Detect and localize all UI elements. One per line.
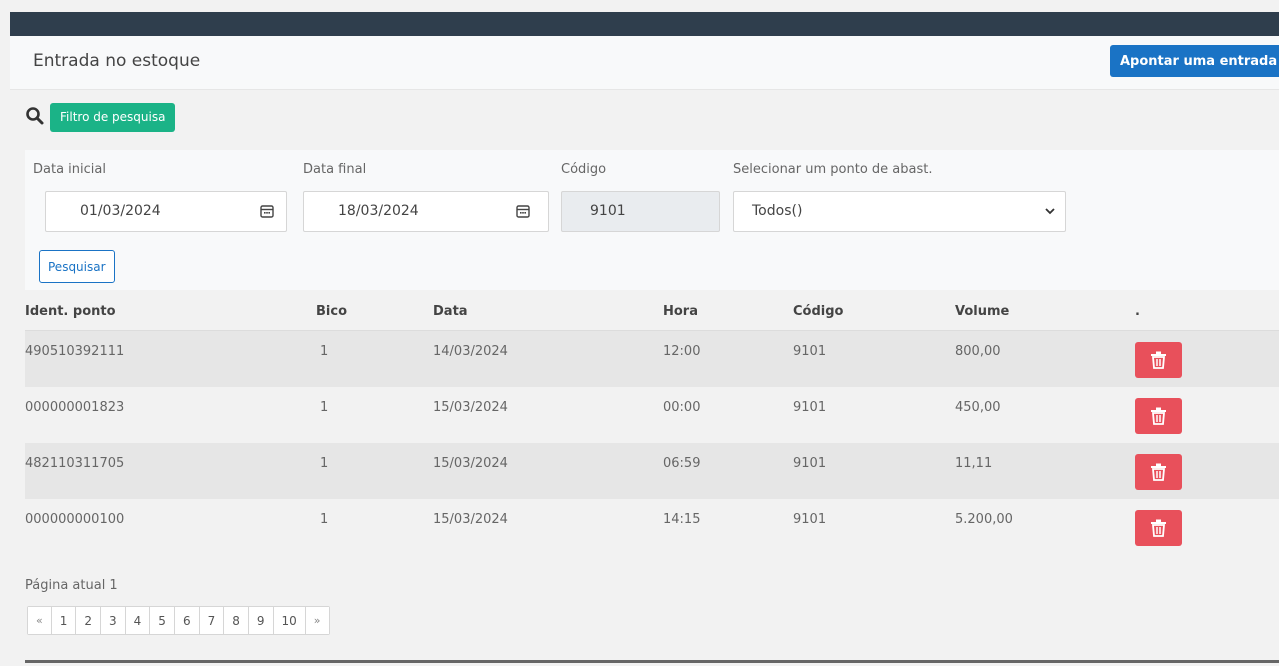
page-button-8[interactable]: 8 [224, 607, 249, 634]
col-header-ident[interactable]: Ident. ponto [25, 304, 116, 319]
point-select-value: Todos() [752, 203, 803, 219]
trash-icon [1151, 519, 1166, 537]
start-date-label: Data inicial [33, 162, 106, 177]
col-header-volume[interactable]: Volume [955, 304, 1009, 319]
delete-button[interactable] [1135, 454, 1182, 490]
calendar-icon[interactable] [516, 204, 530, 218]
page-title: Entrada no estoque [33, 51, 201, 71]
code-label: Código [561, 162, 607, 177]
trash-icon [1151, 407, 1166, 425]
cell-volume: 800,00 [955, 344, 1001, 359]
code-input[interactable]: 9101 [561, 191, 720, 232]
end-date-input[interactable]: 18/03/2024 [303, 191, 549, 232]
page-button-6[interactable]: 6 [174, 607, 200, 634]
bottom-divider [25, 660, 1279, 663]
cell-bico: 1 [320, 344, 329, 359]
cell-ident: 000000001823 [25, 400, 125, 415]
entries-table: Ident. ponto Bico Data Hora Código Volum… [25, 293, 1279, 555]
col-header-bico[interactable]: Bico [316, 304, 347, 319]
page-button-10[interactable]: 10 [273, 607, 306, 634]
trash-icon [1151, 351, 1166, 369]
col-header-codigo[interactable]: Código [793, 304, 843, 319]
col-header-data[interactable]: Data [433, 304, 468, 319]
cell-codigo: 9101 [793, 400, 827, 415]
delete-button[interactable] [1135, 342, 1182, 378]
cell-bico: 1 [320, 456, 329, 471]
cell-hora: 12:00 [663, 344, 701, 359]
page-button-9[interactable]: 9 [248, 607, 274, 634]
next-page-button[interactable]: » [305, 607, 329, 634]
table-row: 482110311705 1 15/03/2024 06:59 9101 11,… [25, 443, 1279, 499]
table-row: 490510392111 1 14/03/2024 12:00 9101 800… [25, 331, 1279, 387]
cell-codigo: 9101 [793, 456, 827, 471]
calendar-icon[interactable] [260, 204, 274, 218]
point-select[interactable]: Todos() [733, 191, 1066, 232]
cell-bico: 1 [320, 512, 329, 527]
table-header: Ident. ponto Bico Data Hora Código Volum… [25, 293, 1279, 331]
pagination: « 1 2 3 4 5 6 7 8 9 10 » [27, 606, 330, 635]
page-header: Entrada no estoque Apontar uma entrada [10, 36, 1279, 90]
code-value: 9101 [590, 203, 626, 219]
prev-page-button[interactable]: « [28, 607, 52, 634]
cell-data: 15/03/2024 [433, 400, 508, 415]
page-button-5[interactable]: 5 [150, 607, 175, 634]
end-date-label: Data final [303, 162, 367, 177]
search-icon[interactable] [25, 106, 45, 126]
add-entry-button[interactable]: Apontar uma entrada [1110, 45, 1279, 77]
cell-codigo: 9101 [793, 512, 827, 527]
current-page-label: Página atual 1 [25, 578, 118, 593]
cell-data: 15/03/2024 [433, 456, 508, 471]
cell-volume: 450,00 [955, 400, 1001, 415]
cell-bico: 1 [320, 400, 329, 415]
search-button[interactable]: Pesquisar [39, 250, 115, 283]
top-navbar [10, 12, 1279, 36]
start-date-input[interactable]: 01/03/2024 [45, 191, 287, 232]
cell-ident: 482110311705 [25, 456, 125, 471]
cell-hora: 00:00 [663, 400, 701, 415]
delete-button[interactable] [1135, 398, 1182, 434]
cell-hora: 14:15 [663, 512, 701, 527]
filter-toggle-button[interactable]: Filtro de pesquisa [50, 103, 176, 132]
start-date-value: 01/03/2024 [80, 203, 161, 219]
end-date-value: 18/03/2024 [338, 203, 419, 219]
page-button-4[interactable]: 4 [125, 607, 151, 634]
cell-volume: 11,11 [955, 456, 993, 471]
cell-volume: 5.200,00 [955, 512, 1013, 527]
point-select-label: Selecionar um ponto de abast. [733, 162, 933, 177]
filter-panel: Data inicial 01/03/2024 Data final 18/03… [25, 150, 1279, 290]
cell-codigo: 9101 [793, 344, 827, 359]
page-button-7[interactable]: 7 [199, 607, 225, 634]
cell-data: 15/03/2024 [433, 512, 508, 527]
cell-data: 14/03/2024 [433, 344, 508, 359]
table-row: 000000000100 1 15/03/2024 14:15 9101 5.2… [25, 499, 1279, 555]
page-button-2[interactable]: 2 [76, 607, 102, 634]
chevron-down-icon [1045, 208, 1055, 215]
cell-ident: 000000000100 [25, 512, 125, 527]
cell-ident: 490510392111 [25, 344, 125, 359]
trash-icon [1151, 463, 1166, 481]
col-header-actions: . [1135, 304, 1140, 319]
delete-button[interactable] [1135, 510, 1182, 546]
page-button-1[interactable]: 1 [51, 607, 77, 634]
cell-hora: 06:59 [663, 456, 701, 471]
col-header-hora[interactable]: Hora [663, 304, 698, 319]
page-button-3[interactable]: 3 [101, 607, 126, 634]
table-row: 000000001823 1 15/03/2024 00:00 9101 450… [25, 387, 1279, 443]
